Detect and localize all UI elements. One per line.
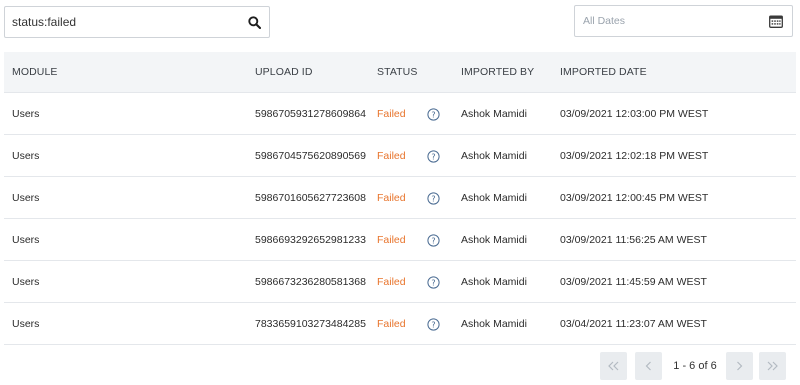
imported-date-cell: 03/09/2021 12:02:18 PM WEST bbox=[560, 150, 709, 162]
module-cell: Users bbox=[12, 150, 40, 162]
table-row[interactable]: Users 5986705931278609864 Failed ? Ashok… bbox=[4, 93, 796, 135]
table-row[interactable]: Users 7833659103273484285 Failed ? Ashok… bbox=[4, 303, 796, 345]
svg-text:?: ? bbox=[431, 110, 435, 119]
imported-by-cell: Ashok Mamidi bbox=[461, 108, 527, 120]
page-info: 1 - 6 of 6 bbox=[673, 360, 717, 372]
column-header-status[interactable]: STATUS bbox=[377, 52, 417, 93]
svg-text:?: ? bbox=[431, 320, 435, 329]
table-row[interactable]: Users 5986704575620890569 Failed ? Ashok… bbox=[4, 135, 796, 177]
column-header-upload-id[interactable]: UPLOAD ID bbox=[255, 52, 313, 93]
status-cell: Failed bbox=[377, 108, 406, 120]
imported-date-cell: 03/09/2021 12:03:00 PM WEST bbox=[560, 108, 709, 120]
module-cell: Users bbox=[12, 318, 40, 330]
column-header-imported-by[interactable]: IMPORTED BY bbox=[461, 52, 534, 93]
table-row[interactable]: Users 5986701605627723608 Failed ? Ashok… bbox=[4, 177, 796, 219]
date-filter-input[interactable] bbox=[575, 6, 761, 36]
calendar-button[interactable] bbox=[760, 6, 792, 36]
imported-date-cell: 03/04/2021 11:23:07 AM WEST bbox=[560, 318, 707, 330]
table-header: MODULE UPLOAD ID STATUS IMPORTED BY IMPO… bbox=[4, 52, 796, 93]
help-icon[interactable]: ? bbox=[427, 234, 440, 247]
upload-id-cell: 5986673236280581368 bbox=[255, 276, 366, 288]
upload-id-cell: 5986704575620890569 bbox=[255, 150, 366, 162]
date-filter bbox=[574, 5, 793, 37]
next-page-button[interactable] bbox=[726, 352, 753, 380]
status-cell: Failed bbox=[377, 150, 406, 162]
imports-table: MODULE UPLOAD ID STATUS IMPORTED BY IMPO… bbox=[4, 52, 796, 345]
imported-date-cell: 03/09/2021 11:56:25 AM WEST bbox=[560, 234, 707, 246]
column-header-module[interactable]: MODULE bbox=[12, 52, 58, 93]
imported-by-cell: Ashok Mamidi bbox=[461, 150, 527, 162]
upload-id-cell: 5986701605627723608 bbox=[255, 192, 366, 204]
search-input[interactable] bbox=[5, 7, 241, 37]
upload-id-cell: 5986705931278609864 bbox=[255, 108, 366, 120]
column-header-imported-date[interactable]: IMPORTED DATE bbox=[560, 52, 647, 93]
table-row[interactable]: Users 5986693292652981233 Failed ? Ashok… bbox=[4, 219, 796, 261]
first-page-button[interactable] bbox=[600, 352, 627, 380]
chevron-right-icon bbox=[737, 361, 743, 371]
last-page-button[interactable] bbox=[759, 352, 786, 380]
double-chevron-right-icon bbox=[767, 361, 778, 371]
help-icon[interactable]: ? bbox=[427, 276, 440, 289]
double-chevron-left-icon bbox=[608, 361, 619, 371]
help-icon[interactable]: ? bbox=[427, 318, 440, 331]
status-cell: Failed bbox=[377, 192, 406, 204]
svg-text:?: ? bbox=[431, 278, 435, 287]
module-cell: Users bbox=[12, 234, 40, 246]
imported-date-cell: 03/09/2021 12:00:45 PM WEST bbox=[560, 192, 709, 204]
imported-by-cell: Ashok Mamidi bbox=[461, 234, 527, 246]
status-cell: Failed bbox=[377, 276, 406, 288]
module-cell: Users bbox=[12, 192, 40, 204]
imported-by-cell: Ashok Mamidi bbox=[461, 276, 527, 288]
imported-date-cell: 03/09/2021 11:45:59 AM WEST bbox=[560, 276, 707, 288]
svg-text:?: ? bbox=[431, 152, 435, 161]
search-icon bbox=[247, 15, 261, 29]
upload-id-cell: 7833659103273484285 bbox=[255, 318, 366, 330]
imported-by-cell: Ashok Mamidi bbox=[461, 318, 527, 330]
status-cell: Failed bbox=[377, 318, 406, 330]
help-icon[interactable]: ? bbox=[427, 108, 440, 121]
calendar-icon bbox=[769, 15, 783, 28]
table-row[interactable]: Users 5986673236280581368 Failed ? Ashok… bbox=[4, 261, 796, 303]
chevron-left-icon bbox=[645, 361, 651, 371]
svg-text:?: ? bbox=[431, 194, 435, 203]
imported-by-cell: Ashok Mamidi bbox=[461, 192, 527, 204]
search-box bbox=[4, 6, 270, 38]
help-icon[interactable]: ? bbox=[427, 192, 440, 205]
module-cell: Users bbox=[12, 108, 40, 120]
pagination: 1 - 6 of 6 bbox=[0, 352, 800, 380]
module-cell: Users bbox=[12, 276, 40, 288]
search-button[interactable] bbox=[239, 7, 269, 37]
status-cell: Failed bbox=[377, 234, 406, 246]
upload-id-cell: 5986693292652981233 bbox=[255, 234, 366, 246]
help-icon[interactable]: ? bbox=[427, 150, 440, 163]
previous-page-button[interactable] bbox=[635, 352, 662, 380]
svg-text:?: ? bbox=[431, 236, 435, 245]
